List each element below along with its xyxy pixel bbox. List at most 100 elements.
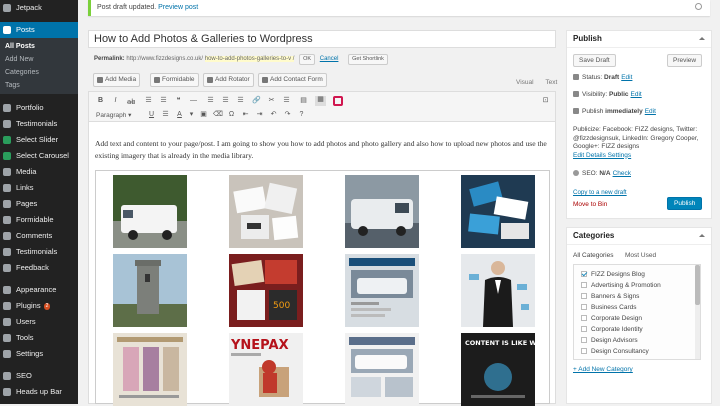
permalink-ok-button[interactable]: OK [299, 54, 316, 65]
sidebar-item-testimonials[interactable]: Testimonials [0, 116, 78, 132]
sidebar-item-links[interactable]: Links [0, 180, 78, 196]
sidebar-item-testimonials-2[interactable]: Testimonials [0, 244, 78, 260]
clear-format-icon[interactable]: ⌫ [213, 111, 223, 119]
bold-button[interactable]: B [96, 97, 105, 105]
permalink-cancel-link[interactable]: Cancel [320, 56, 339, 62]
category-item[interactable]: Design Consultancy [581, 347, 649, 356]
save-draft-button[interactable]: Save Draft [573, 54, 616, 67]
more-tag-icon[interactable]: ☰ [282, 97, 291, 105]
toolbar-toggle-icon[interactable]: ▤ [299, 97, 308, 105]
fullscreen-icon[interactable]: ⊡ [541, 97, 550, 105]
tab-all-categories[interactable]: All Categories [573, 252, 613, 259]
formidable-button[interactable]: Formidable [150, 73, 199, 87]
blockquote-icon[interactable]: ❝ [174, 97, 183, 105]
checkbox[interactable] [581, 304, 587, 311]
collapse-arrow-icon[interactable] [699, 37, 705, 40]
move-to-bin-link[interactable]: Move to Bin [573, 201, 607, 208]
sidebar-item-feedback[interactable]: Feedback [0, 260, 78, 276]
sidebar-item-media[interactable]: Media [0, 164, 78, 180]
gallery-thumb[interactable]: CONTENT IS LIKE WATER [461, 333, 535, 406]
help-icon[interactable]: ? [297, 111, 306, 119]
plugin-record-icon[interactable] [333, 96, 343, 106]
preview-post-link[interactable]: Preview post [158, 4, 198, 11]
post-body-text[interactable]: Add text and content to your page/post. … [95, 138, 550, 162]
gallery-thumb[interactable] [229, 175, 303, 248]
special-char-icon[interactable]: Ω [227, 111, 236, 119]
indent-icon[interactable]: ⇥ [255, 111, 264, 119]
category-item[interactable]: Business Cards [581, 303, 637, 312]
visibility-edit-link[interactable]: Edit [631, 91, 642, 98]
category-item[interactable]: Advertising & Promotion [581, 281, 661, 290]
sidebar-item-comments[interactable]: Comments [0, 228, 78, 244]
gallery-thumb[interactable]: YNEPAX [229, 333, 303, 406]
undo-icon[interactable]: ↶ [269, 111, 278, 119]
submenu-all-posts[interactable]: All Posts [0, 40, 78, 53]
format-select[interactable]: Paragraph ▾ [96, 111, 131, 119]
tab-most-used[interactable]: Most Used [625, 252, 656, 259]
category-item[interactable]: Banners & Signs [581, 292, 639, 301]
sidebar-item-users[interactable]: Users [0, 314, 78, 330]
collapse-arrow-icon[interactable] [699, 234, 705, 237]
paste-text-icon[interactable]: ▣ [199, 111, 208, 119]
photo-gallery[interactable]: 500 YNEPAX CONTENT IS LIKE WATER [95, 170, 550, 406]
gallery-thumb[interactable] [113, 333, 187, 406]
checkbox[interactable] [581, 293, 587, 300]
outdent-icon[interactable]: ⇤ [241, 111, 250, 119]
sidebar-item-heads-up-bar[interactable]: Heads up Bar [0, 384, 78, 400]
redo-icon[interactable]: ↷ [283, 111, 292, 119]
sidebar-item-seo[interactable]: SEO [0, 368, 78, 384]
checkbox[interactable] [581, 282, 587, 289]
add-media-button[interactable]: Add Media [93, 73, 141, 87]
status-edit-link[interactable]: Edit [621, 74, 632, 81]
tab-text[interactable]: Text [545, 79, 557, 86]
category-scrollbar[interactable] [695, 265, 700, 359]
preview-button[interactable]: Preview [667, 54, 703, 67]
submenu-tags[interactable]: Tags [0, 79, 78, 92]
sidebar-item-settings[interactable]: Settings [0, 346, 78, 362]
color-dropdown-icon[interactable]: ▾ [187, 111, 196, 119]
checkbox[interactable] [581, 337, 587, 344]
gallery-thumb[interactable] [113, 175, 187, 248]
align-center-icon[interactable]: ☰ [221, 97, 230, 105]
align-left-icon[interactable]: ☰ [206, 97, 215, 105]
gallery-thumb[interactable] [461, 254, 535, 327]
gallery-thumb[interactable]: 500 [229, 254, 303, 327]
unlink-icon[interactable]: ✂ [267, 97, 276, 105]
tab-visual[interactable]: Visual [516, 79, 534, 86]
submenu-add-new[interactable]: Add New [0, 53, 78, 66]
post-title-input[interactable]: How to Add Photos & Galleries to Wordpre… [88, 30, 556, 48]
gallery-thumb[interactable] [461, 175, 535, 248]
sidebar-item-select-carousel[interactable]: Select Carousel [0, 148, 78, 164]
permalink-slug-input[interactable]: how-to-add-photos-galleries-to-v / [204, 56, 295, 62]
sidebar-item-portfolio[interactable]: Portfolio [0, 100, 78, 116]
checkbox[interactable] [581, 326, 587, 333]
get-shortlink-button[interactable]: Get Shortlink [348, 54, 388, 65]
sidebar-item-jetpack[interactable]: Jetpack [0, 0, 78, 16]
strikethrough-button[interactable]: abc [126, 97, 140, 106]
sidebar-item-plugins[interactable]: Plugins 2 [0, 298, 78, 314]
copy-draft-link[interactable]: Copy to a new draft [573, 189, 627, 196]
schedule-edit-link[interactable]: Edit [645, 108, 656, 115]
gallery-thumb[interactable] [345, 254, 419, 327]
gallery-thumb[interactable] [345, 175, 419, 248]
add-rotator-button[interactable]: Add Rotator [203, 73, 254, 87]
sidebar-item-posts[interactable]: Posts [0, 22, 78, 38]
checkbox[interactable] [581, 348, 587, 355]
add-contact-form-button[interactable]: Add Contact Form [258, 73, 327, 87]
publish-button[interactable]: Publish [667, 197, 703, 210]
gallery-thumb[interactable] [345, 333, 419, 406]
category-item[interactable]: Corporate Identity [581, 325, 643, 334]
sidebar-item-select-slider[interactable]: Select Slider [0, 132, 78, 148]
seo-check-link[interactable]: Check [613, 170, 631, 177]
category-item[interactable]: Corporate Design [581, 314, 642, 323]
sidebar-item-tools[interactable]: Tools [0, 330, 78, 346]
checkbox-checked[interactable] [581, 271, 587, 278]
gallery-thumb[interactable] [113, 254, 187, 327]
align-right-icon[interactable]: ☰ [236, 97, 245, 105]
text-color-button[interactable]: A [175, 111, 184, 119]
publicize-edit-link[interactable]: Edit Details Settings [573, 152, 631, 159]
link-icon[interactable]: 🔗 [252, 97, 261, 105]
category-item[interactable]: FIZZ Designs Blog [581, 270, 645, 279]
bullet-list-icon[interactable]: ☰ [144, 97, 153, 105]
table-icon[interactable]: ▦ [315, 96, 326, 106]
